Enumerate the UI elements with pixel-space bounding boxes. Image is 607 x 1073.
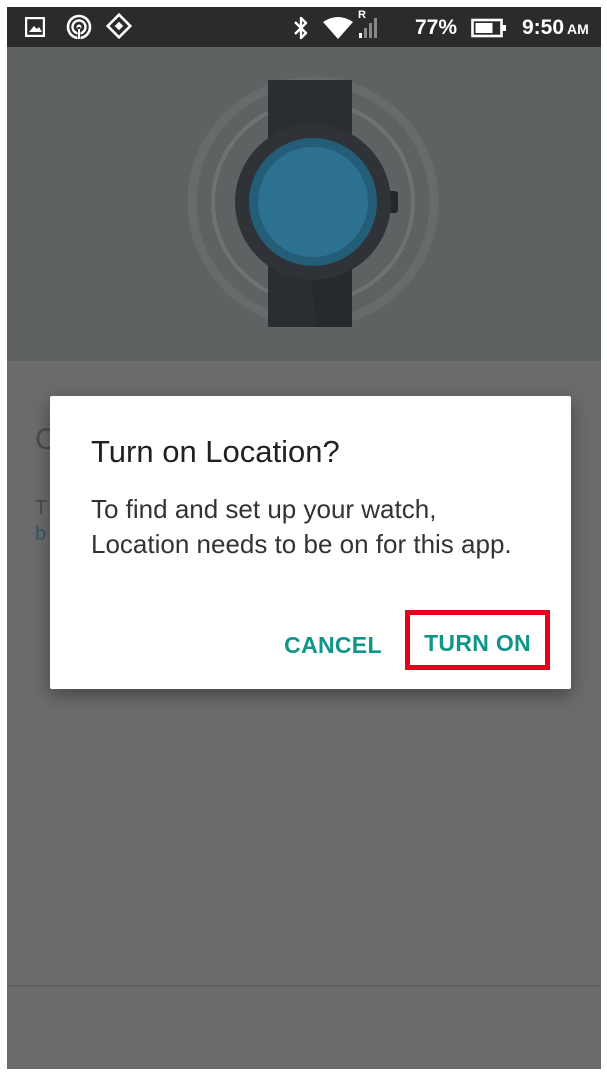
bluetooth-icon [293,15,309,46]
dialog-title: Turn on Location? [91,434,340,469]
nav-diamond-icon [105,12,133,44]
background-link: b [35,523,47,545]
phone-screen: R 77% 9:50 AM C T b Turn on Location? To… [7,7,601,1069]
cancel-button[interactable]: CANCEL [278,621,388,669]
smartwatch-icon [187,76,439,328]
battery-percent: 77% [415,16,458,39]
clock: 9:50 AM [522,16,589,40]
wifi-icon [322,17,354,44]
clock-time: 9:50 [522,16,565,39]
background-body-text: T [35,497,48,519]
battery-icon [471,18,507,43]
clock-am-pm: AM [567,21,589,37]
hotspot-icon [65,13,93,46]
bottom-divider [7,985,601,987]
roaming-indicator: R [358,9,366,21]
dialog-message: To find and set up your watch, Location … [91,494,512,559]
hero-illustration [7,47,601,361]
gallery-icon [24,16,46,42]
signal-roaming-icon: R [357,9,381,46]
status-bar: R 77% 9:50 AM [7,7,601,47]
turn-on-button[interactable]: TURN ON [405,610,550,670]
location-dialog: Turn on Location? To find and set up you… [50,396,571,689]
